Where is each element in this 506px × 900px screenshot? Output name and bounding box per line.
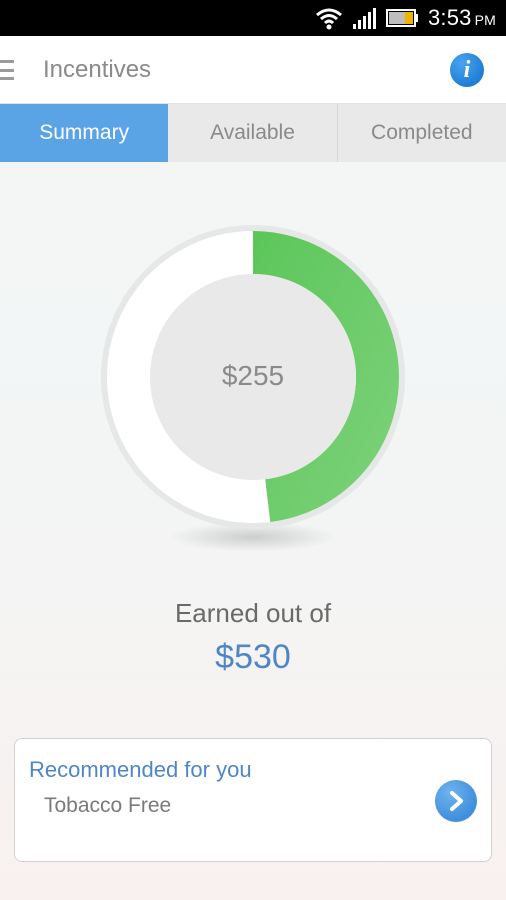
- wifi-icon: [314, 6, 344, 30]
- recommendation-item: Tobacco Free: [44, 794, 172, 817]
- app-bar: Incentives i: [0, 36, 506, 104]
- status-bar: 3:53 PM: [0, 0, 506, 36]
- battery-icon: [385, 8, 420, 28]
- recommendation-title: Recommended for you: [29, 757, 252, 782]
- clock: 3:53 PM: [428, 5, 496, 31]
- signal-icon: [352, 6, 378, 30]
- earned-amount: $255: [221, 360, 285, 391]
- info-glyph: i: [463, 56, 471, 83]
- recommendation-card[interactable]: Recommended for you Tobacco Free: [14, 738, 492, 862]
- total-amount: $530: [215, 638, 291, 676]
- tab-summary[interactable]: Summary: [0, 104, 169, 162]
- info-icon[interactable]: i: [450, 53, 484, 87]
- menu-icon[interactable]: [0, 60, 14, 80]
- tab-available[interactable]: Available: [168, 104, 338, 162]
- chevron-right-icon[interactable]: [435, 780, 477, 822]
- page-title: Incentives: [43, 56, 152, 83]
- tab-completed[interactable]: Completed: [338, 104, 506, 162]
- tab-bar: Summary Available Completed: [0, 104, 506, 162]
- progress-donut: $255: [98, 222, 408, 562]
- clock-time: 3:53: [427, 5, 472, 30]
- clock-ampm: PM: [474, 12, 496, 28]
- earned-label: Earned out of: [174, 598, 332, 628]
